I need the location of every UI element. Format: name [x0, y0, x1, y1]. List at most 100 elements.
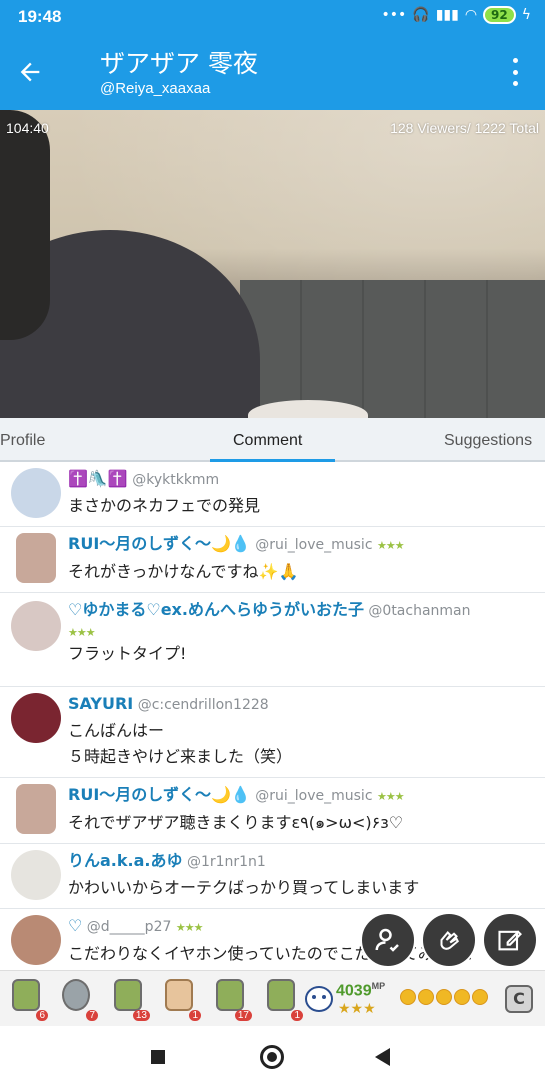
- video-person-head: [0, 110, 50, 340]
- comment-handle: @kyktkkmm: [132, 472, 220, 488]
- gift-count: 1: [291, 1010, 303, 1021]
- avatar[interactable]: [11, 915, 61, 965]
- recent-apps-button[interactable]: [151, 1050, 165, 1064]
- comment-author[interactable]: RUI〜月のしずく〜🌙💧: [68, 785, 251, 804]
- comment-author[interactable]: ♡: [68, 916, 82, 935]
- tab-suggestions[interactable]: Suggestions: [444, 432, 532, 450]
- gift-bar: 6 7 13 1 17 1 4039MP ★★★ C: [0, 970, 545, 1026]
- status-icons: ••• 🎧 ▮▮▮ ◠ 92 ϟ: [381, 6, 531, 24]
- gift-tea-50[interactable]: 13: [110, 979, 150, 1021]
- status-time: 19:48: [18, 7, 62, 26]
- status-bar: 19:48 ••• 🎧 ▮▮▮ ◠ 92 ϟ: [0, 0, 545, 34]
- headphones-icon: 🎧: [412, 7, 430, 23]
- mp-value: 4039MP: [336, 981, 385, 1000]
- comment-meta: ✝️🛝✝️ @kyktkkmm: [68, 466, 545, 493]
- system-back-button[interactable]: [375, 1048, 390, 1066]
- follow-button[interactable]: [360, 912, 416, 968]
- gift-count: 7: [86, 1010, 98, 1021]
- rank-badge: ★★★: [68, 626, 96, 639]
- dot-icon: [512, 81, 518, 86]
- comment-handle: @0tachanman: [368, 603, 471, 619]
- comment-item: RUI〜月のしずく〜🌙💧 @rui_love_music ★★★ それでザアザア…: [0, 778, 545, 844]
- comment-list[interactable]: ✝️🛝✝️ @kyktkkmm まさかのネカフェでの発見 RUI〜月のしずく〜🌙…: [0, 462, 545, 970]
- comment-text: こんばんはー ５時起きやけど来ました（笑）: [68, 721, 293, 766]
- comment-meta: りんa.k.a.あゆ @1r1nr1n1: [68, 848, 545, 875]
- c-button[interactable]: C: [505, 985, 533, 1013]
- coin-icon: [454, 989, 470, 1005]
- avatar[interactable]: [16, 784, 56, 834]
- wifi-icon: ◠: [464, 7, 478, 23]
- more-icon: •••: [381, 7, 407, 23]
- comment-item: SAYURI @c:cendrillon1228 こんばんはー ５時起きやけど来…: [0, 687, 545, 778]
- comment-item: りんa.k.a.あゆ @1r1nr1n1 かわいいからオーテクばっかり買ってしま…: [0, 844, 545, 909]
- comment-author[interactable]: ♡ゆかまる♡ex.めんへらゆうがいおた子: [68, 600, 364, 619]
- page-title: ザアザア 零夜: [100, 49, 258, 78]
- dot-icon: [512, 58, 518, 63]
- comment-author[interactable]: RUI〜月のしずく〜🌙💧: [68, 534, 251, 553]
- comment-handle: @d_____p27: [86, 919, 172, 935]
- comment-author[interactable]: りんa.k.a.あゆ: [68, 851, 182, 870]
- comment-author[interactable]: ✝️🛝✝️: [68, 469, 128, 488]
- comment-meta-row2: ★★★: [0, 624, 545, 641]
- dot-icon: [512, 69, 518, 75]
- arrow-left-icon: [20, 62, 40, 82]
- comment-item: ✝️🛝✝️ @kyktkkmm まさかのネカフェでの発見: [0, 462, 545, 527]
- edit-icon: [498, 930, 522, 951]
- user-check-icon: [375, 928, 399, 952]
- comment-item: RUI〜月のしずく〜🌙💧 @rui_love_music ★★★ それがきっかけ…: [0, 527, 545, 593]
- write-comment-button[interactable]: [482, 912, 538, 968]
- system-nav-bar: [0, 1026, 545, 1090]
- live-video[interactable]: 104:40 128 Viewers/ 1222 Total: [0, 110, 545, 418]
- avatar[interactable]: [11, 601, 61, 651]
- back-button[interactable]: [16, 54, 60, 90]
- comment-text: フラットタイプ!: [68, 644, 187, 663]
- comment-meta: ♡ゆかまる♡ex.めんへらゆうがいおた子 @0tachanman: [68, 597, 545, 624]
- hands-icon: [165, 979, 193, 1011]
- mascot-button[interactable]: [303, 981, 335, 1019]
- comment-meta: RUI〜月のしずく〜🌙💧 @rui_love_music ★★★: [68, 782, 545, 810]
- viewer-count: 128 Viewers/ 1222 Total: [390, 120, 539, 136]
- gift-tea-100[interactable]: 17: [212, 979, 252, 1021]
- gift-count: 1: [189, 1010, 201, 1021]
- comment-handle: @1r1nr1n1: [186, 854, 266, 870]
- comment-text: それがきっかけなんですね✨🙏: [68, 562, 299, 581]
- rank-badge: ★★★: [376, 790, 405, 803]
- avatar[interactable]: [11, 850, 61, 900]
- comment-text: かわいいからオーテクばっかり買ってしまいます: [68, 878, 420, 897]
- home-button[interactable]: [260, 1045, 284, 1069]
- tea-10-icon: [12, 979, 40, 1011]
- rank-badge: ★★★: [175, 921, 204, 934]
- avatar[interactable]: [11, 693, 61, 743]
- tab-comment[interactable]: Comment: [233, 432, 302, 450]
- coin-icon: [418, 989, 434, 1005]
- clap-button[interactable]: [421, 912, 477, 968]
- coin-icon: [400, 989, 416, 1005]
- comment-handle: @rui_love_music: [255, 788, 373, 804]
- comment-author[interactable]: SAYURI: [68, 694, 133, 713]
- tea-icon: [267, 979, 295, 1011]
- clap-icon: [440, 931, 459, 950]
- signal-icon: ▮▮▮: [435, 7, 459, 23]
- comment-text: まさかのネカフェでの発見: [68, 496, 261, 515]
- gift-hands[interactable]: 1: [161, 979, 201, 1021]
- comment-meta: SAYURI @c:cendrillon1228: [68, 691, 545, 718]
- coin-icon: [436, 989, 452, 1005]
- tea-100-icon: [216, 979, 244, 1011]
- video-background-shelf: [240, 280, 545, 418]
- comment-handle: @c:cendrillon1228: [137, 697, 269, 713]
- mp-unit: MP: [371, 981, 386, 991]
- gift-tea-10[interactable]: 6: [8, 979, 48, 1021]
- tab-profile[interactable]: Profile: [0, 432, 45, 450]
- tab-bar: Profile Comment Suggestions: [0, 418, 545, 462]
- gift-bowl[interactable]: 7: [58, 979, 98, 1021]
- mascot-icon: [305, 986, 333, 1012]
- overflow-menu-button[interactable]: [505, 56, 525, 88]
- gift-count: 6: [36, 1010, 48, 1021]
- bowl-icon: [62, 979, 90, 1011]
- avatar[interactable]: [16, 533, 56, 583]
- comment-meta: RUI〜月のしずく〜🌙💧 @rui_love_music ★★★: [68, 531, 545, 559]
- gift-tea[interactable]: 1: [263, 979, 303, 1021]
- coin-row: [400, 989, 488, 1005]
- coin-icon: [472, 989, 488, 1005]
- avatar[interactable]: [11, 468, 61, 518]
